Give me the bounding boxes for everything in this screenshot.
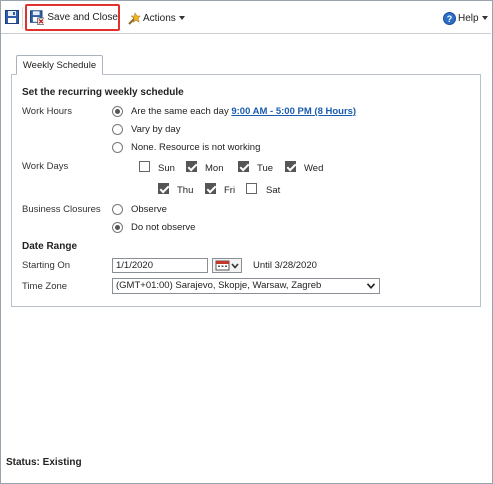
day-sun-label: Sun bbox=[158, 163, 175, 174]
help-menu-button[interactable]: ? Help bbox=[443, 9, 488, 27]
work-hours-link[interactable]: 9:00 AM - 5:00 PM (8 Hours) bbox=[231, 106, 356, 117]
date-picker-button[interactable] bbox=[212, 258, 242, 273]
work-hours-none-label: None. Resource is not working bbox=[131, 142, 261, 153]
work-hours-vary-label: Vary by day bbox=[131, 124, 181, 135]
day-wed-label: Wed bbox=[304, 163, 324, 174]
work-days-label: Work Days bbox=[22, 161, 69, 172]
day-tue-label: Tue bbox=[257, 163, 274, 174]
time-zone-value: (GMT+01:00) Sarajevo, Skopje, Warsaw, Za… bbox=[116, 280, 322, 291]
toolbar: Save and Close Actions ? Help bbox=[1, 1, 491, 33]
day-thu-label: Thu bbox=[177, 185, 194, 196]
actions-menu-button[interactable]: Actions bbox=[127, 9, 185, 27]
day-mon-checkbox[interactable] bbox=[186, 161, 197, 172]
closures-do-not-observe-radio[interactable] bbox=[112, 222, 123, 233]
work-hours-same-option: Are the same each day 9:00 AM - 5:00 PM … bbox=[131, 106, 356, 117]
toolbar-separator bbox=[22, 7, 23, 29]
work-hours-vary-radio[interactable] bbox=[112, 124, 123, 135]
day-fri-label: Fri bbox=[224, 185, 236, 196]
starting-on-label: Starting On bbox=[22, 260, 71, 271]
tab-weekly-schedule-label: Weekly Schedule bbox=[22, 59, 97, 71]
calendar-icon bbox=[215, 260, 239, 271]
save-and-close-label: Save and Close bbox=[47, 12, 118, 23]
day-sat-label: Sat bbox=[266, 185, 281, 196]
closures-observe-label: Observe bbox=[131, 204, 167, 215]
help-label: Help bbox=[458, 12, 479, 24]
svg-text:?: ? bbox=[447, 14, 453, 24]
save-icon[interactable] bbox=[5, 10, 19, 24]
work-hours-same-label: Are the same each day bbox=[131, 106, 229, 117]
time-zone-select[interactable]: (GMT+01:00) Sarajevo, Skopje, Warsaw, Za… bbox=[112, 278, 380, 294]
section-title: Set the recurring weekly schedule bbox=[22, 87, 184, 98]
chevron-down-icon bbox=[367, 283, 375, 289]
closures-observe-radio[interactable] bbox=[112, 204, 123, 215]
date-range-title: Date Range bbox=[22, 241, 78, 252]
save-and-close-button[interactable]: Save and Close bbox=[25, 4, 120, 31]
chevron-down-icon bbox=[178, 16, 185, 20]
help-icon: ? bbox=[443, 11, 456, 25]
status-text: Status: Existing bbox=[6, 457, 82, 468]
toolbar-divider bbox=[1, 33, 491, 34]
day-fri-checkbox[interactable] bbox=[205, 183, 216, 194]
day-mon-label: Mon bbox=[205, 163, 224, 174]
actions-icon bbox=[128, 11, 141, 25]
business-closures-label: Business Closures bbox=[22, 204, 101, 215]
work-hours-none-radio[interactable] bbox=[112, 142, 123, 153]
day-wed-checkbox[interactable] bbox=[285, 161, 296, 172]
chevron-down-icon bbox=[481, 16, 488, 20]
save-and-close-icon bbox=[30, 10, 45, 25]
day-thu-checkbox[interactable] bbox=[158, 183, 169, 194]
day-tue-checkbox[interactable] bbox=[238, 161, 249, 172]
work-hours-label: Work Hours bbox=[22, 106, 72, 117]
until-date-text: Until 3/28/2020 bbox=[253, 260, 317, 271]
actions-label: Actions bbox=[143, 12, 176, 24]
time-zone-label: Time Zone bbox=[22, 281, 68, 292]
day-sat-checkbox[interactable] bbox=[246, 183, 257, 194]
closures-do-not-observe-label: Do not observe bbox=[131, 222, 196, 233]
starting-on-input[interactable]: 1/1/2020 bbox=[112, 258, 208, 273]
tab-weekly-schedule[interactable]: Weekly Schedule bbox=[16, 55, 103, 75]
day-sun-checkbox[interactable] bbox=[139, 161, 150, 172]
work-hours-same-radio[interactable] bbox=[112, 106, 123, 117]
